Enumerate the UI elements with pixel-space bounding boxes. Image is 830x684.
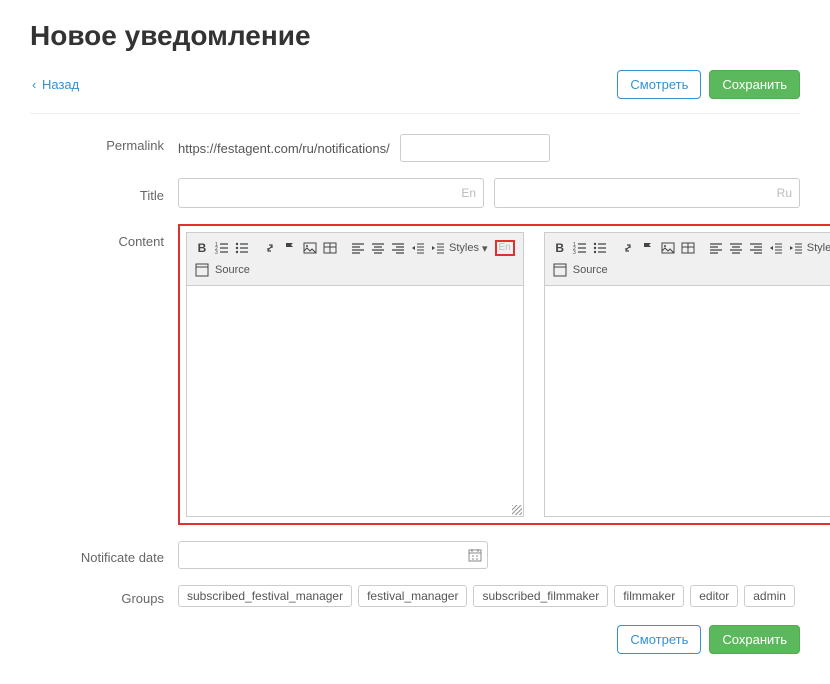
title-en-wrap: En [178, 178, 484, 208]
source-icon[interactable] [193, 261, 211, 279]
form: Permalink https://festagent.com/ru/notif… [30, 134, 800, 654]
notif-date-input[interactable] [178, 541, 488, 569]
content-en-textarea[interactable] [186, 285, 524, 517]
content-highlight: B 123 [178, 224, 830, 525]
svg-text:3: 3 [215, 250, 218, 255]
link-icon[interactable] [619, 239, 637, 257]
styles-label: Styles [807, 242, 830, 254]
title-en-input[interactable] [178, 178, 484, 208]
notif-date-label: Notificate date [30, 546, 178, 565]
source-icon[interactable] [551, 261, 569, 279]
permalink-input[interactable] [400, 134, 550, 162]
permalink-prefix: https://festagent.com/ru/notifications/ [178, 141, 390, 156]
table-icon[interactable] [321, 239, 339, 257]
align-left-icon[interactable] [349, 239, 367, 257]
bullet-list-icon[interactable] [591, 239, 609, 257]
group-tag[interactable]: admin [744, 585, 795, 607]
save-button[interactable]: Сохранить [709, 625, 800, 654]
groups-label: Groups [30, 587, 178, 606]
title-ru-wrap: Ru [494, 178, 800, 208]
align-center-icon[interactable] [369, 239, 387, 257]
calendar-icon[interactable] [468, 548, 482, 562]
outdent-icon[interactable] [767, 239, 785, 257]
group-tag[interactable]: subscribed_filmmaker [473, 585, 608, 607]
editor-en: B 123 [186, 232, 524, 517]
view-button[interactable]: Смотреть [617, 625, 701, 654]
content-ru-textarea[interactable] [544, 285, 830, 517]
bold-icon[interactable]: B [551, 239, 569, 257]
save-button[interactable]: Сохранить [709, 70, 800, 99]
permalink-label: Permalink [30, 134, 178, 153]
bold-icon[interactable]: B [193, 239, 211, 257]
back-link[interactable]: ‹ Назад [30, 77, 79, 92]
editor-ru: B 123 [544, 232, 830, 517]
numbered-list-icon[interactable]: 123 [213, 239, 231, 257]
title-row: Title En Ru [30, 178, 800, 208]
indent-icon[interactable] [429, 239, 447, 257]
header-buttons: Смотреть Сохранить [617, 70, 800, 99]
group-tag[interactable]: festival_manager [358, 585, 467, 607]
groups-tags: subscribed_festival_manager festival_man… [178, 585, 795, 607]
table-icon[interactable] [679, 239, 697, 257]
back-label: Назад [42, 77, 79, 92]
content-row: Content B 123 [30, 224, 800, 525]
group-tag[interactable]: editor [690, 585, 738, 607]
align-right-icon[interactable] [747, 239, 765, 257]
content-label: Content [30, 224, 178, 249]
indent-icon[interactable] [787, 239, 805, 257]
image-icon[interactable] [301, 239, 319, 257]
styles-dropdown[interactable]: Styles ▾ Ru [807, 240, 830, 256]
chevron-left-icon: ‹ [32, 77, 36, 92]
chevron-down-icon: ▾ [482, 242, 488, 255]
bullet-list-icon[interactable] [233, 239, 251, 257]
svg-text:3: 3 [573, 250, 576, 255]
source-label[interactable]: Source [215, 264, 250, 276]
image-icon[interactable] [659, 239, 677, 257]
flag-icon[interactable] [639, 239, 657, 257]
align-center-icon[interactable] [727, 239, 745, 257]
toolbar-en: B 123 [186, 232, 524, 285]
notif-date-wrap [178, 541, 488, 569]
title-label: Title [30, 184, 178, 203]
styles-label: Styles [449, 242, 479, 254]
align-left-icon[interactable] [707, 239, 725, 257]
outdent-icon[interactable] [409, 239, 427, 257]
numbered-list-icon[interactable]: 123 [571, 239, 589, 257]
group-tag[interactable]: filmmaker [614, 585, 684, 607]
permalink-row: Permalink https://festagent.com/ru/notif… [30, 134, 800, 162]
source-label[interactable]: Source [573, 264, 608, 276]
footer-buttons: Смотреть Сохранить [30, 625, 800, 654]
view-button[interactable]: Смотреть [617, 70, 701, 99]
title-ru-input[interactable] [494, 178, 800, 208]
align-right-icon[interactable] [389, 239, 407, 257]
flag-icon[interactable] [281, 239, 299, 257]
styles-dropdown[interactable]: Styles ▾ En [449, 240, 517, 256]
link-icon[interactable] [261, 239, 279, 257]
groups-row: Groups subscribed_festival_manager festi… [30, 585, 800, 607]
notif-date-row: Notificate date [30, 541, 800, 569]
toolbar-ru: B 123 [544, 232, 830, 285]
group-tag[interactable]: subscribed_festival_manager [178, 585, 352, 607]
page-title: Новое уведомление [30, 20, 800, 52]
lang-en-marker: En [495, 240, 515, 256]
top-bar: ‹ Назад Смотреть Сохранить [30, 70, 800, 114]
